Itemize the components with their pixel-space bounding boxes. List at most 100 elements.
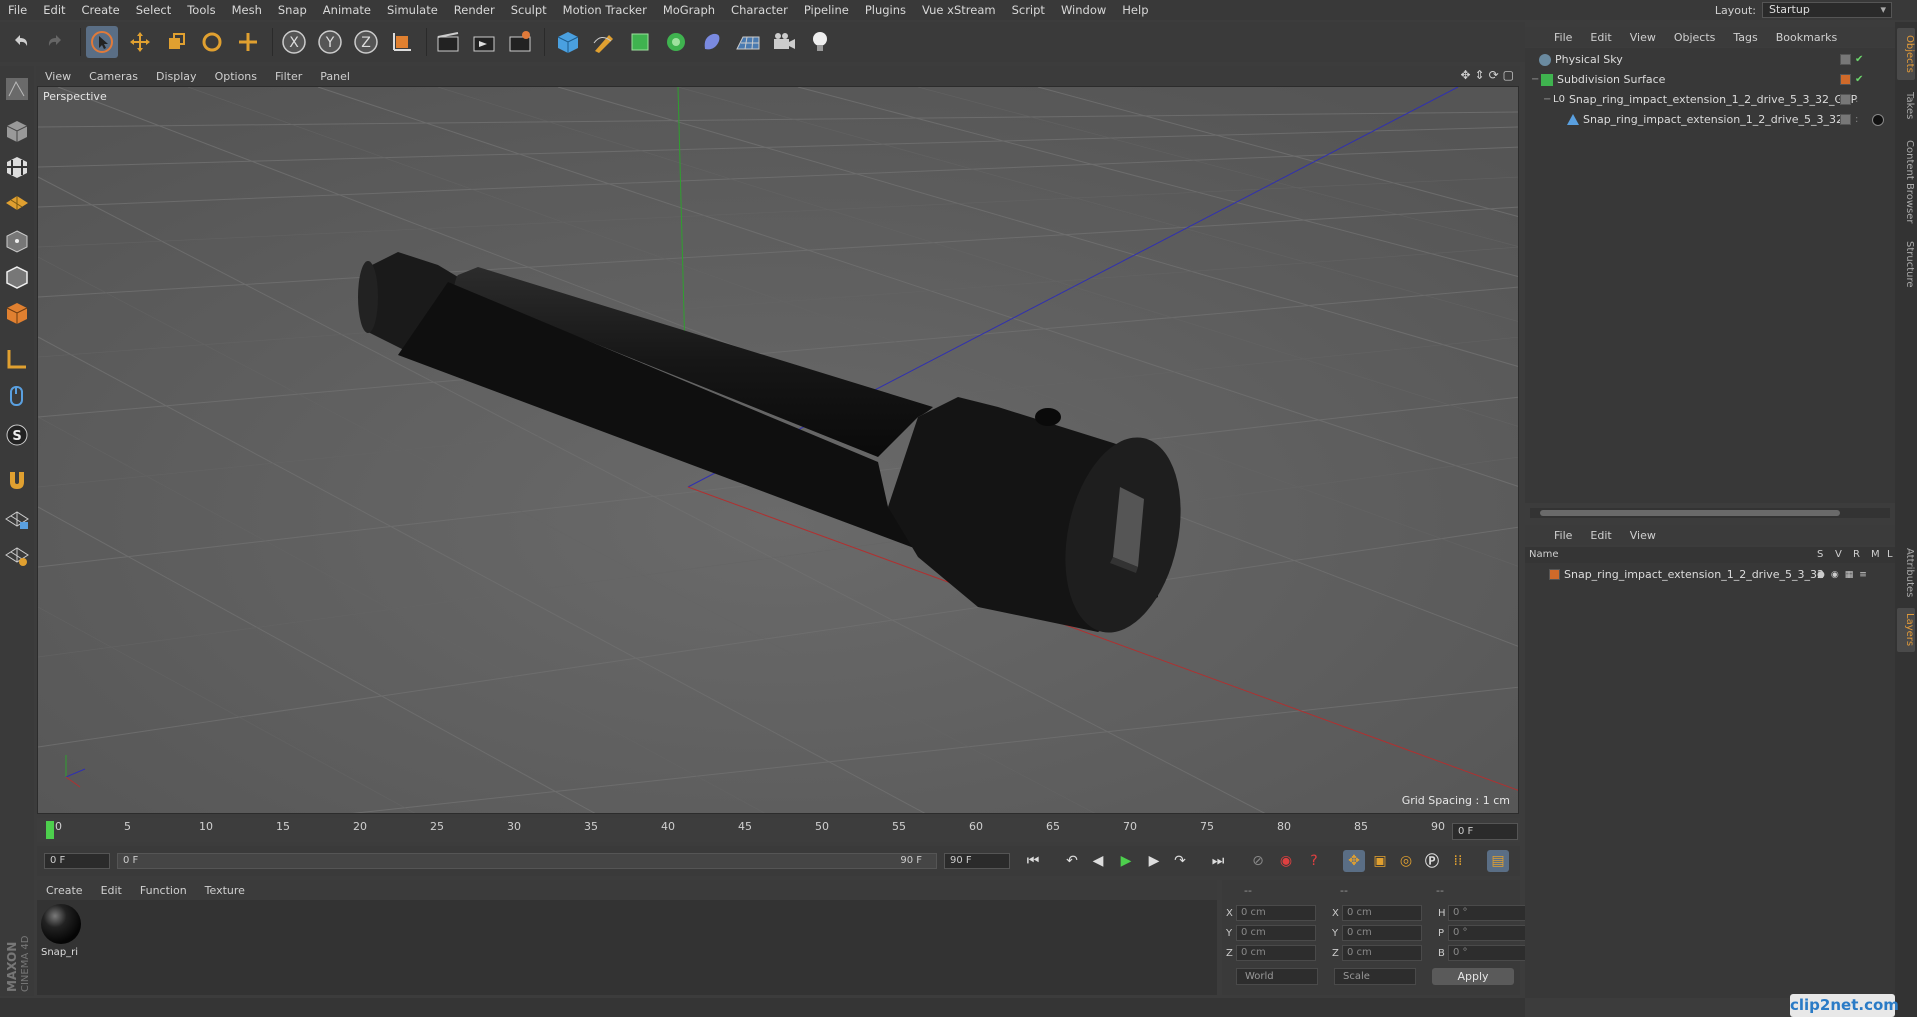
rotate-tool-icon[interactable]	[196, 26, 228, 58]
viewport-menu-filter[interactable]: Filter	[266, 70, 311, 83]
size-y-field[interactable]: 0 cm	[1342, 925, 1422, 941]
menu-plugins[interactable]: Plugins	[857, 0, 914, 20]
key-rotation-icon[interactable]: ◎	[1395, 850, 1417, 872]
rotation-b-field[interactable]: 0 °	[1448, 945, 1528, 961]
render-picture-viewer-icon[interactable]	[468, 26, 500, 58]
object-manager-scrollbar[interactable]	[1530, 508, 1890, 518]
redo-icon[interactable]	[40, 26, 72, 58]
layer-swatch[interactable]	[1840, 74, 1851, 85]
tab-objects[interactable]: Objects	[1897, 28, 1915, 80]
menu-select[interactable]: Select	[128, 0, 179, 20]
viewport-menu-cameras[interactable]: Cameras	[80, 70, 147, 83]
cube-primitive-icon[interactable]	[552, 26, 584, 58]
material-menu-function[interactable]: Function	[131, 884, 196, 897]
key-scale-icon[interactable]: ▣	[1369, 850, 1391, 872]
cloner-icon[interactable]	[660, 26, 692, 58]
menu-mograph[interactable]: MoGraph	[655, 0, 723, 20]
viewport-menu-view[interactable]: View	[36, 70, 80, 83]
menu-mesh[interactable]: Mesh	[224, 0, 270, 20]
om-menu-objects[interactable]: Objects	[1665, 31, 1725, 44]
timeline-ruler[interactable]: 0 5 10 15 20 25 30 35 40 45 50 55 60 65 …	[37, 818, 1520, 842]
lm-menu-file[interactable]: File	[1545, 529, 1581, 542]
tab-attributes[interactable]: Attributes	[1897, 542, 1915, 604]
pen-spline-icon[interactable]	[588, 26, 620, 58]
lm-menu-view[interactable]: View	[1621, 529, 1665, 542]
viewport-menu-panel[interactable]: Panel	[311, 70, 359, 83]
menu-pipeline[interactable]: Pipeline	[796, 0, 857, 20]
deformer-icon[interactable]	[696, 26, 728, 58]
y-axis-icon[interactable]: Y	[314, 26, 346, 58]
goto-start-icon[interactable]: ⏮	[1022, 850, 1044, 872]
rotation-p-field[interactable]: 0 °	[1448, 925, 1528, 941]
points-mode-icon[interactable]	[2, 226, 32, 256]
frame-range-slider[interactable]: 0 F 90 F	[117, 853, 937, 869]
manager-icon[interactable]: ≡	[1859, 570, 1867, 580]
menu-sculpt[interactable]: Sculpt	[503, 0, 555, 20]
keyframe-selection-icon[interactable]: ?	[1303, 850, 1325, 872]
menu-create[interactable]: Create	[74, 0, 128, 20]
collapse-icon[interactable]: −	[1543, 94, 1551, 105]
apply-button[interactable]: Apply	[1432, 968, 1514, 985]
layer-row[interactable]: Snap_ring_impact_extension_1_2_drive_5_3…	[1525, 565, 1895, 584]
end-frame-field[interactable]: 90 F	[944, 853, 1010, 869]
material-menu-edit[interactable]: Edit	[92, 884, 131, 897]
position-x-field[interactable]: 0 cm	[1236, 905, 1316, 921]
object-row-physical-sky[interactable]: Physical Sky ✔	[1525, 50, 1895, 69]
viewport-menu-options[interactable]: Options	[206, 70, 266, 83]
layout-select[interactable]: Startup	[1762, 2, 1892, 18]
visible-check-icon[interactable]: ✔	[1855, 74, 1863, 85]
next-frame-icon[interactable]: ▶	[1143, 850, 1165, 872]
object-row-group[interactable]: − L0 Snap_ring_impact_extension_1_2_driv…	[1525, 90, 1895, 109]
menu-snap[interactable]: Snap	[270, 0, 315, 20]
play-icon[interactable]: ▶	[1115, 850, 1137, 872]
render-settings-icon[interactable]	[504, 26, 536, 58]
autokey-icon[interactable]: ◉	[1275, 850, 1297, 872]
workplane-icon[interactable]	[2, 188, 32, 218]
menu-help[interactable]: Help	[1114, 0, 1156, 20]
key-position-icon[interactable]: ✥	[1343, 850, 1365, 872]
magnet-icon[interactable]	[2, 466, 32, 496]
viewport-move-icon[interactable]: ✥	[1460, 68, 1470, 82]
material-swatch[interactable]: Snap_ri	[41, 904, 81, 964]
visible-check-icon[interactable]: ✔	[1855, 54, 1863, 65]
menu-character[interactable]: Character	[723, 0, 796, 20]
current-frame-field[interactable]: 0 F	[1452, 823, 1518, 840]
menu-edit[interactable]: Edit	[35, 0, 73, 20]
object-row-mesh[interactable]: Snap_ring_impact_extension_1_2_drive_5_3…	[1525, 110, 1895, 129]
move-tool-icon[interactable]	[124, 26, 156, 58]
coordinate-space-dropdown[interactable]: World	[1236, 968, 1318, 985]
position-z-field[interactable]: 0 cm	[1236, 945, 1316, 961]
material-menu-create[interactable]: Create	[37, 884, 92, 897]
make-editable-icon[interactable]	[2, 74, 32, 104]
viewport-zoom-icon[interactable]: ⇕	[1475, 68, 1485, 82]
texture-mode-icon[interactable]	[2, 152, 32, 182]
size-z-field[interactable]: 0 cm	[1342, 945, 1422, 961]
key-pla-icon[interactable]: ⁞⁞	[1447, 850, 1469, 872]
lm-menu-edit[interactable]: Edit	[1581, 529, 1620, 542]
om-menu-bookmarks[interactable]: Bookmarks	[1767, 31, 1846, 44]
coordinate-system-icon[interactable]	[386, 26, 418, 58]
menu-vue-xstream[interactable]: Vue xStream	[914, 0, 1004, 20]
model-mode-icon[interactable]	[2, 116, 32, 146]
om-menu-edit[interactable]: Edit	[1581, 31, 1620, 44]
edges-mode-icon[interactable]	[2, 262, 32, 292]
x-axis-icon[interactable]: X	[278, 26, 310, 58]
record-disabled-icon[interactable]: ⊘	[1247, 850, 1269, 872]
layer-color-swatch[interactable]	[1549, 569, 1560, 580]
start-frame-field[interactable]: 0 F	[44, 853, 110, 869]
layer-swatch[interactable]	[1840, 94, 1851, 105]
om-menu-view[interactable]: View	[1621, 31, 1665, 44]
size-x-field[interactable]: 0 cm	[1342, 905, 1422, 921]
om-menu-tags[interactable]: Tags	[1724, 31, 1766, 44]
prev-frame-icon[interactable]: ◀	[1087, 850, 1109, 872]
menu-motion-tracker[interactable]: Motion Tracker	[555, 0, 655, 20]
planar-workplane-icon[interactable]	[2, 540, 32, 570]
viewport-menu-display[interactable]: Display	[147, 70, 206, 83]
menu-script[interactable]: Script	[1004, 0, 1053, 20]
rotation-h-field[interactable]: 0 °	[1448, 905, 1528, 921]
snap-icon[interactable]: S	[2, 420, 32, 450]
menu-window[interactable]: Window	[1053, 0, 1114, 20]
tab-content-browser[interactable]: Content Browser	[1897, 132, 1915, 232]
render-icon[interactable]: ▦	[1845, 570, 1854, 580]
light-icon[interactable]	[804, 26, 836, 58]
